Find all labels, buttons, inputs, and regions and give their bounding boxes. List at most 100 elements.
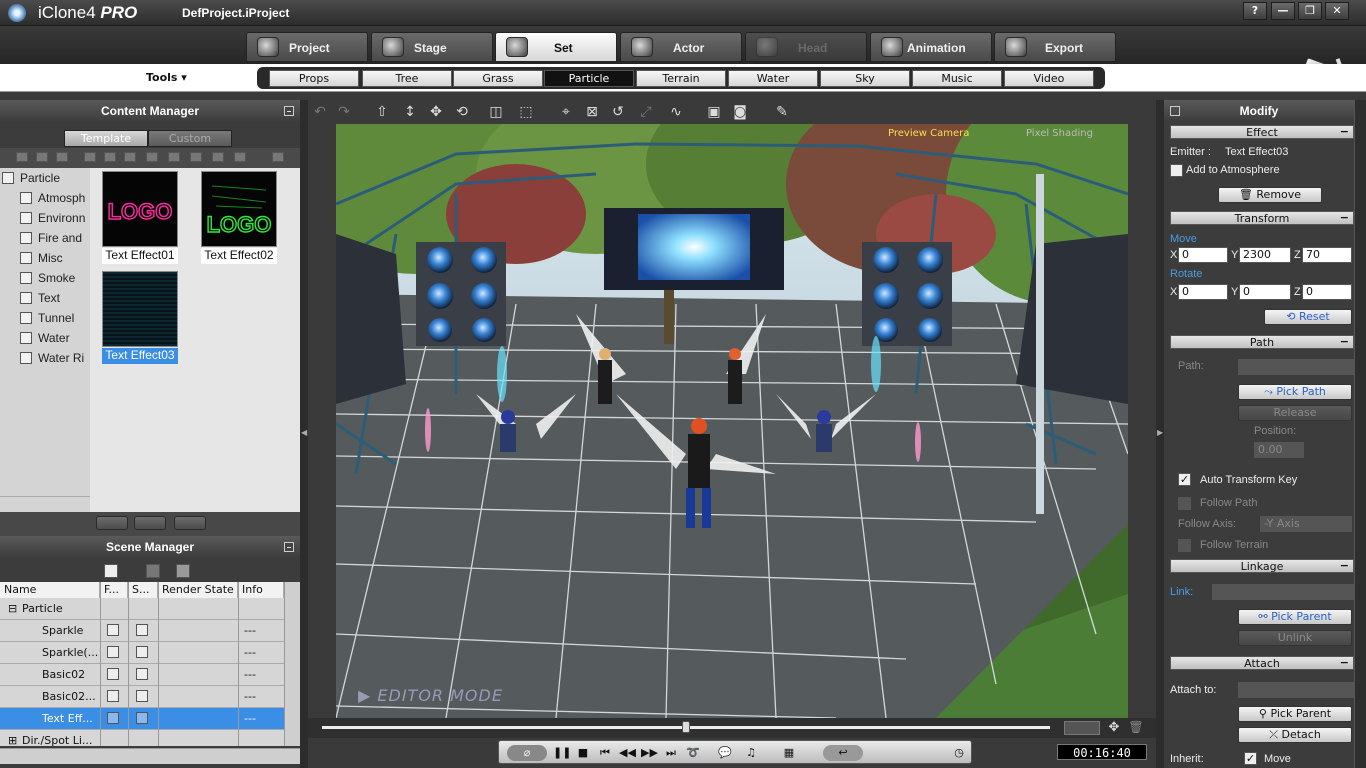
document-icon[interactable] xyxy=(104,564,118,578)
subtab-grass[interactable]: Grass xyxy=(453,70,543,87)
move-z-input[interactable]: 70 xyxy=(1302,247,1352,263)
folder-open-icon[interactable] xyxy=(36,152,48,162)
select-box-icon[interactable]: ⬚ xyxy=(518,104,534,120)
move-up-icon[interactable] xyxy=(96,516,128,530)
table-row-group[interactable]: ⊟ Particle xyxy=(0,598,284,620)
zoom-fit-icon[interactable] xyxy=(1064,721,1100,735)
add-icon[interactable] xyxy=(134,516,166,530)
transform-section-header[interactable]: Transform − xyxy=(1170,211,1354,225)
pick-path-button[interactable]: ⤳ Pick Path xyxy=(1238,384,1352,400)
add-icon[interactable] xyxy=(168,152,180,162)
subtitle-icon[interactable]: 💬 xyxy=(717,745,733,761)
clock-icon[interactable]: ◷ xyxy=(951,745,967,761)
move-y-input[interactable]: 2300 xyxy=(1239,247,1291,263)
freeze-checkbox[interactable] xyxy=(107,690,119,702)
brush-icon[interactable]: ✎ xyxy=(774,104,790,120)
loop-icon[interactable]: ➰ xyxy=(685,745,701,761)
effect-section-header[interactable]: Effect − xyxy=(1170,125,1354,139)
undo-icon[interactable]: ↶ xyxy=(312,104,328,120)
table-row-selected[interactable]: Text Eff... --- xyxy=(0,708,284,730)
freeze-checkbox[interactable] xyxy=(107,646,119,658)
detach-button[interactable]: ⤫ Detach xyxy=(1238,727,1352,743)
dropdown-icon[interactable] xyxy=(1170,106,1180,116)
item-label[interactable]: Text Effect02 xyxy=(201,248,277,264)
rotate-icon[interactable]: ⟲ xyxy=(454,104,470,120)
timeline-scrubber[interactable] xyxy=(682,721,690,733)
freeze-checkbox[interactable] xyxy=(107,712,119,724)
column-header-s[interactable]: S... xyxy=(128,582,158,598)
pick-icon[interactable]: ⌖ xyxy=(558,104,574,120)
tab-stage[interactable]: Stage xyxy=(371,32,493,62)
move-all-icon[interactable]: ✥ xyxy=(428,104,444,120)
pause-icon[interactable]: ❚❚ xyxy=(553,745,571,761)
camera-icon[interactable]: ▣ xyxy=(706,104,722,120)
table-row[interactable]: Basic02... --- xyxy=(0,686,284,708)
tab-template[interactable]: Template xyxy=(64,130,148,147)
tab-animation[interactable]: Animation xyxy=(870,32,992,62)
auto-transform-key-checkbox[interactable]: ✓ xyxy=(1178,473,1191,486)
select-icon[interactable] xyxy=(146,564,160,578)
subtab-tree[interactable]: Tree xyxy=(362,70,452,87)
path-section-header[interactable]: Path − xyxy=(1170,335,1354,349)
subtab-terrain[interactable]: Terrain xyxy=(636,70,726,87)
browse-icon[interactable] xyxy=(272,152,284,162)
move-camera-icon[interactable]: ✥ xyxy=(1104,720,1124,736)
minimize-button[interactable]: — xyxy=(1271,2,1295,20)
attach-pick-parent-button[interactable]: ⚲ Pick Parent xyxy=(1238,706,1352,722)
fast-forward-icon[interactable]: ▶▶ xyxy=(641,745,658,761)
linkage-section-header[interactable]: Linkage − xyxy=(1170,559,1354,573)
move-vertical-icon[interactable]: ↕ xyxy=(402,104,418,120)
tab-set[interactable]: Set xyxy=(495,32,617,62)
column-header-f[interactable]: F... xyxy=(100,582,128,598)
tab-actor[interactable]: Actor xyxy=(620,32,742,62)
expand-icon[interactable]: ⊟ xyxy=(8,602,17,615)
view-icon[interactable] xyxy=(212,152,224,162)
table-row[interactable]: Sparkle(... --- xyxy=(0,642,284,664)
subtab-video[interactable]: Video xyxy=(1004,70,1094,87)
show-checkbox[interactable] xyxy=(136,624,148,636)
align-icon[interactable]: ⊠ xyxy=(584,104,600,120)
collapse-right-icon[interactable]: ▶ xyxy=(1157,428,1163,437)
inherit-move-checkbox[interactable]: ✓ xyxy=(1244,752,1257,765)
help-button[interactable]: ? xyxy=(1243,2,1267,20)
delete-icon[interactable] xyxy=(146,152,158,162)
collapse-icon[interactable] xyxy=(284,106,294,116)
collapse-icon[interactable]: − xyxy=(1340,656,1349,669)
attach-section-header[interactable]: Attach − xyxy=(1170,656,1354,670)
collapse-icon[interactable] xyxy=(284,542,294,552)
column-header-info[interactable]: Info xyxy=(238,582,284,598)
paste-icon[interactable] xyxy=(124,152,136,162)
tab-custom[interactable]: Custom xyxy=(148,130,232,147)
move-down-icon[interactable] xyxy=(174,516,206,530)
text-effect03-thumbnail[interactable] xyxy=(102,271,178,347)
text-effect01-thumbnail[interactable]: LOGO xyxy=(102,171,178,247)
item-label[interactable]: Text Effect01 xyxy=(102,248,178,264)
rewind-icon[interactable]: ◀◀ xyxy=(619,745,636,761)
copy-icon[interactable] xyxy=(104,152,116,162)
rotate-y-input[interactable]: 0 xyxy=(1239,284,1291,300)
tab-project[interactable]: Project xyxy=(246,32,368,62)
resize-icon[interactable]: ⤢ xyxy=(638,104,654,120)
collapse-icon[interactable]: − xyxy=(1340,211,1349,224)
subtab-music[interactable]: Music xyxy=(912,70,1002,87)
show-checkbox[interactable] xyxy=(136,668,148,680)
remove-button[interactable]: 🗑 Remove xyxy=(1218,187,1322,203)
scene-vertical-scrollbar[interactable] xyxy=(284,582,300,746)
add-to-atmosphere-checkbox[interactable] xyxy=(1170,164,1183,177)
shapes-icon[interactable] xyxy=(176,564,190,578)
cut-icon[interactable] xyxy=(84,152,96,162)
music-note-icon[interactable]: ♫ xyxy=(743,745,759,761)
preview-camera-dropdown[interactable]: Preview Camera xyxy=(888,128,969,139)
column-header-render-state[interactable]: Render State xyxy=(158,582,238,598)
3d-viewport[interactable]: Preview Camera Pixel Shading ▶ EDITOR MO… xyxy=(336,124,1128,718)
subtab-particle[interactable]: Particle xyxy=(544,70,634,87)
tree-item-particle[interactable]: Particle xyxy=(2,171,84,189)
rotate-x-input[interactable]: 0 xyxy=(1178,284,1228,300)
show-checkbox[interactable] xyxy=(136,712,148,724)
left-splitter[interactable]: ◀ xyxy=(300,100,308,768)
freeze-checkbox[interactable] xyxy=(107,668,119,680)
reset-rotate-icon[interactable]: ↺ xyxy=(610,104,626,120)
collapse-icon[interactable]: − xyxy=(1340,335,1349,348)
refresh-icon[interactable] xyxy=(190,152,202,162)
tree-horizontal-scrollbar[interactable] xyxy=(0,496,90,512)
